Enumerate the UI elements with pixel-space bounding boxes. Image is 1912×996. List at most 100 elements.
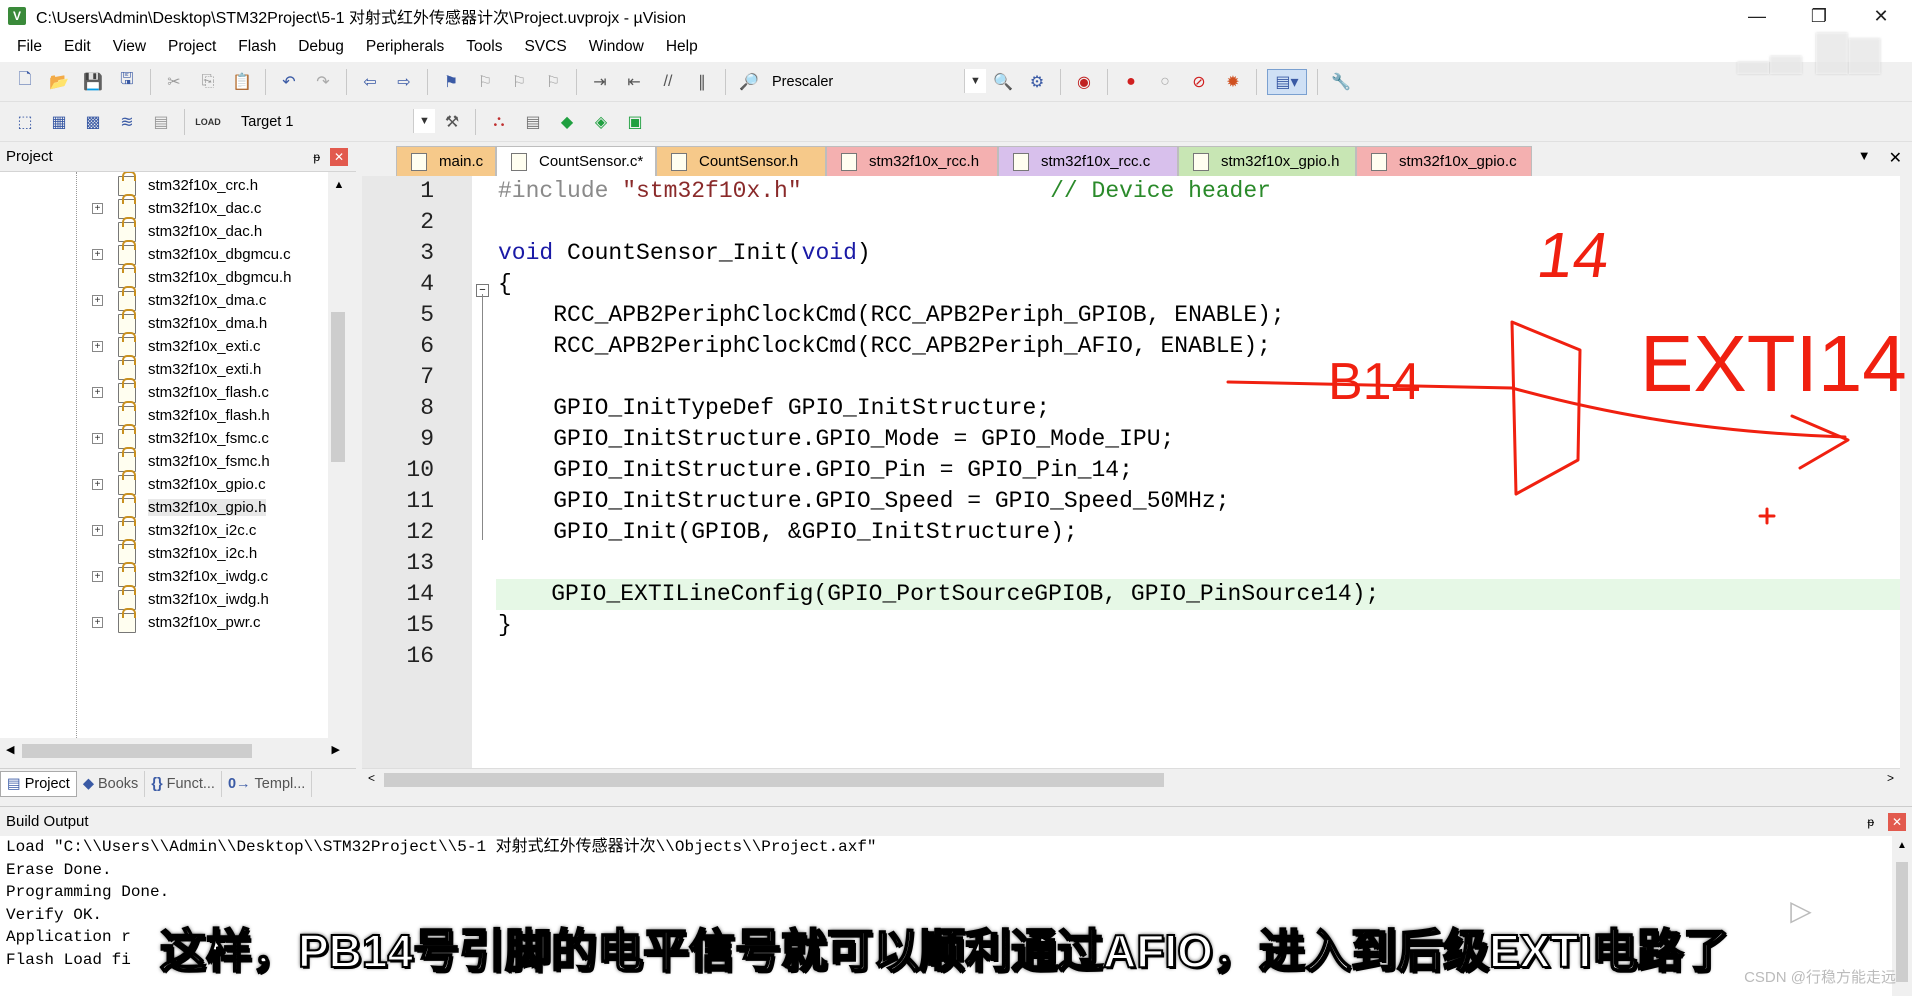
undo-icon[interactable]: ↶ — [276, 69, 302, 95]
expand-plus-icon[interactable]: + — [92, 617, 103, 628]
code-line[interactable]: } — [498, 610, 1898, 641]
find-icon[interactable]: 🔍 — [990, 69, 1016, 95]
chevron-down-icon[interactable]: ▼ — [964, 68, 986, 93]
disable-breakpoints-icon[interactable]: ⊘ — [1186, 69, 1212, 95]
menu-project[interactable]: Project — [157, 38, 227, 56]
code-line[interactable] — [498, 641, 1898, 672]
code-editor[interactable]: − 1 #include "stm32f10x.h" // Device head… — [362, 176, 1900, 768]
expand-plus-icon[interactable]: + — [92, 387, 103, 398]
scroll-left-icon[interactable]: < — [368, 771, 375, 785]
navigate-forward-icon[interactable]: ⇨ — [391, 69, 417, 95]
scrollbar-thumb[interactable] — [384, 773, 1164, 787]
clear-bookmarks-icon[interactable]: ⚐ — [540, 69, 566, 95]
translate-icon[interactable]: ⬚ — [12, 109, 38, 135]
code-line[interactable] — [498, 207, 1898, 238]
software-packs-icon[interactable]: ▣ — [622, 109, 648, 135]
code-line[interactable]: { — [498, 269, 1898, 300]
menu-tools[interactable]: Tools — [455, 38, 513, 56]
close-tab-icon[interactable]: ✕ — [1889, 148, 1902, 168]
menu-view[interactable]: View — [102, 38, 157, 56]
stop-build-icon[interactable]: ▤ — [148, 109, 174, 135]
expand-plus-icon[interactable]: + — [92, 341, 103, 352]
code-line[interactable] — [498, 548, 1898, 579]
insert-breakpoint-icon[interactable]: ● — [1118, 69, 1144, 95]
indent-icon[interactable]: ⇥ — [587, 69, 613, 95]
target-options-icon[interactable]: ⚒ — [439, 109, 465, 135]
navigate-back-icon[interactable]: ⇦ — [357, 69, 383, 95]
expand-plus-icon[interactable]: + — [92, 571, 103, 582]
editor-file-tab[interactable]: main.c — [396, 146, 496, 176]
bookmark-icon[interactable]: ⚑ — [438, 69, 464, 95]
comment-icon[interactable]: // — [655, 69, 681, 95]
project-vertical-scrollbar[interactable]: ▲ ▼ — [328, 172, 350, 759]
manage-rte-icon[interactable]: ▤ — [520, 109, 546, 135]
save-icon[interactable]: 💾 — [80, 69, 106, 95]
editor-file-tab[interactable]: stm32f10x_rcc.c — [998, 146, 1178, 176]
menu-debug[interactable]: Debug — [287, 38, 355, 56]
code-line[interactable]: GPIO_InitStructure.GPIO_Pin = GPIO_Pin_1… — [498, 455, 1898, 486]
close-build-output-button[interactable]: ✕ — [1888, 812, 1906, 831]
project-pane-tab[interactable]: ◆ Books — [77, 770, 146, 797]
manage-project-items-icon[interactable]: ⛬ — [486, 109, 512, 135]
menu-edit[interactable]: Edit — [53, 38, 102, 56]
code-line[interactable]: GPIO_InitStructure.GPIO_Mode = GPIO_Mode… — [498, 424, 1898, 455]
scroll-right-icon[interactable]: ▶ — [332, 743, 340, 756]
select-packs-icon[interactable]: ◆ — [554, 109, 580, 135]
scrollbar-thumb[interactable] — [331, 312, 345, 462]
configure-icon[interactable]: 🔧 — [1328, 69, 1354, 95]
tab-list-dropdown-icon[interactable]: ▼ — [1858, 148, 1871, 168]
find-combo[interactable]: Prescaler ▼ — [766, 68, 986, 95]
scrollbar-thumb[interactable] — [22, 744, 252, 758]
project-pane-tab[interactable]: {} Funct... — [145, 770, 222, 797]
project-pane-tab[interactable]: ▤ Project — [0, 770, 77, 797]
save-all-icon[interactable]: 🖫 — [114, 69, 140, 95]
expand-plus-icon[interactable]: + — [92, 479, 103, 490]
new-file-icon[interactable]: 🗋 — [12, 69, 38, 95]
expand-plus-icon[interactable]: + — [92, 295, 103, 306]
paste-icon[interactable]: 📋 — [229, 69, 255, 95]
pin-icon[interactable]: ᵽ — [1867, 815, 1874, 829]
code-line[interactable]: GPIO_InitStructure.GPIO_Speed = GPIO_Spe… — [498, 486, 1898, 517]
chevron-down-icon[interactable]: ▼ — [413, 108, 435, 133]
scroll-left-icon[interactable]: ◀ — [6, 743, 14, 756]
expand-plus-icon[interactable]: + — [92, 525, 103, 536]
scroll-up-icon[interactable]: ▲ — [1897, 840, 1907, 851]
code-line[interactable]: void CountSensor_Init(void) — [498, 238, 1898, 269]
target-combo[interactable]: Target 1 ▼ — [235, 108, 435, 135]
editor-horizontal-scrollbar[interactable]: < > — [362, 768, 1900, 790]
editor-file-tab[interactable]: CountSensor.h — [656, 146, 826, 176]
scrollbar-thumb[interactable] — [1896, 862, 1908, 982]
pin-icon[interactable]: ᵽ — [313, 150, 320, 164]
cut-icon[interactable]: ✂ — [161, 69, 187, 95]
find-in-files-icon[interactable]: 🔎 — [736, 69, 762, 95]
menu-file[interactable]: File — [6, 38, 53, 56]
pack-installer-icon[interactable]: ◈ — [588, 109, 614, 135]
debug-session-icon[interactable]: ◉ — [1071, 69, 1097, 95]
code-line[interactable]: #include "stm32f10x.h" // Device header — [498, 176, 1898, 207]
build-icon[interactable]: ▦ — [46, 109, 72, 135]
batch-build-icon[interactable]: ≋ — [114, 109, 140, 135]
kill-breakpoints-icon[interactable]: ✹ — [1220, 69, 1246, 95]
menu-peripherals[interactable]: Peripherals — [355, 38, 455, 56]
play-icon[interactable]: ▷ — [1766, 880, 1836, 940]
next-bookmark-icon[interactable]: ⚐ — [506, 69, 532, 95]
expand-plus-icon[interactable]: + — [92, 203, 103, 214]
enable-breakpoint-icon[interactable]: ○ — [1152, 69, 1178, 95]
close-project-pane-button[interactable]: ✕ — [330, 147, 348, 166]
code-line[interactable]: GPIO_Init(GPIOB, &GPIO_InitStructure); — [498, 517, 1898, 548]
copy-icon[interactable]: ⎘ — [195, 69, 221, 95]
menu-window[interactable]: Window — [578, 38, 655, 56]
project-pane-tab[interactable]: 0→ Templ... — [222, 770, 313, 797]
expand-plus-icon[interactable]: + — [92, 249, 103, 260]
scroll-right-icon[interactable]: > — [1887, 771, 1894, 785]
code-line[interactable]: GPIO_EXTILineConfig(GPIO_PortSourceGPIOB… — [496, 579, 1900, 610]
expand-plus-icon[interactable]: + — [92, 433, 103, 444]
menu-help[interactable]: Help — [655, 38, 709, 56]
menu-flash[interactable]: Flash — [227, 38, 287, 56]
editor-file-tab[interactable]: CountSensor.c* — [496, 146, 656, 176]
editor-file-tab[interactable]: stm32f10x_gpio.h — [1178, 146, 1356, 176]
project-horizontal-scrollbar[interactable]: ◀ ▶ — [0, 740, 350, 762]
editor-file-tab[interactable]: stm32f10x_rcc.h — [826, 146, 998, 176]
menu-svcs[interactable]: SVCS — [513, 38, 577, 56]
uncomment-icon[interactable]: ∥ — [689, 69, 715, 95]
